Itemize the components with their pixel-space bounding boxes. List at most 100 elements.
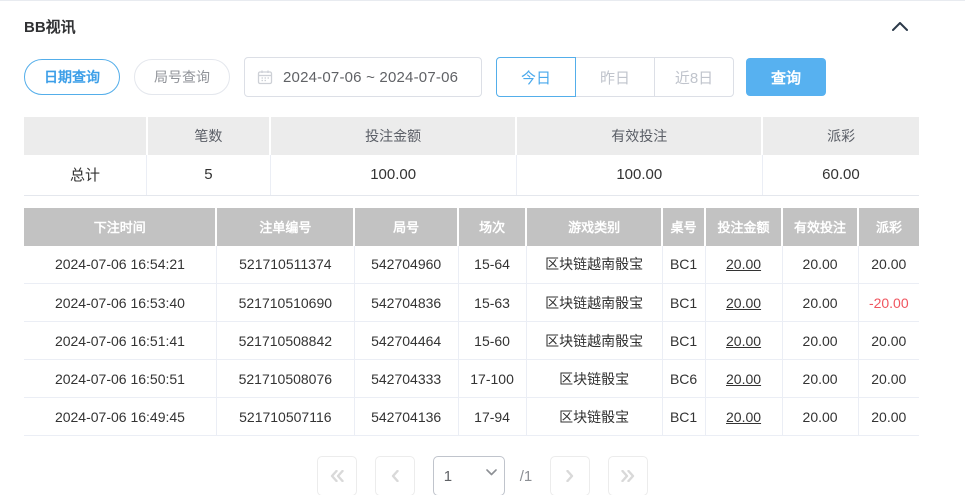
game-type-cell: 区块链越南骰宝 xyxy=(526,322,662,360)
round-no-cell: 542704960 xyxy=(354,246,458,284)
summary-table: 笔数 投注金额 有效投注 派彩 总计 5 100.00 100.00 60.00 xyxy=(24,117,919,196)
chevron-up-icon xyxy=(892,22,908,31)
date-query-tab[interactable]: 日期查询 xyxy=(24,59,120,95)
page-select-wrap: 1 xyxy=(433,456,505,495)
summary-total-row: 总计 5 100.00 100.00 60.00 xyxy=(24,155,919,195)
bet-record-row: 2024-07-06 16:50:51521710508076542704333… xyxy=(24,360,919,398)
header-bet-time: 下注时间 xyxy=(24,208,216,246)
summary-header-payout: 派彩 xyxy=(762,117,919,155)
summary-header-blank xyxy=(24,117,147,155)
order-no-cell: 521710507116 xyxy=(216,398,354,436)
summary-total-bet-amount: 100.00 xyxy=(270,155,516,195)
detail-header-row: 下注时间 注单编号 局号 场次 游戏类别 桌号 投注金额 有效投注 派彩 xyxy=(24,208,919,246)
time-cell: 2024-07-06 16:50:51 xyxy=(24,360,216,398)
query-toolbar: 日期查询 局号查询 2024-07-06 ~ 2024-07-06 今日 昨日 … xyxy=(24,57,941,97)
summary-header-valid-bet: 有效投注 xyxy=(516,117,762,155)
round-query-tab[interactable]: 局号查询 xyxy=(134,59,230,95)
summary-header-count: 笔数 xyxy=(147,117,271,155)
bet-record-row: 2024-07-06 16:51:41521710508842542704464… xyxy=(24,322,919,360)
last-page-button[interactable] xyxy=(608,456,648,495)
quick-filter-last8days[interactable]: 近8日 xyxy=(654,57,734,97)
date-range-input[interactable]: 2024-07-06 ~ 2024-07-06 xyxy=(244,57,482,97)
bet-amount-link[interactable]: 20.00 xyxy=(705,360,782,398)
time-cell: 2024-07-06 16:54:21 xyxy=(24,246,216,284)
table-no-cell: BC1 xyxy=(662,322,705,360)
header-session: 场次 xyxy=(458,208,526,246)
bet-record-row: 2024-07-06 16:49:45521710507116542704136… xyxy=(24,398,919,436)
summary-header-row: 笔数 投注金额 有效投注 派彩 xyxy=(24,117,919,155)
game-type-cell: 区块链骰宝 xyxy=(526,398,662,436)
round-no-cell: 542704136 xyxy=(354,398,458,436)
session-cell: 15-63 xyxy=(458,284,526,322)
time-cell: 2024-07-06 16:49:45 xyxy=(24,398,216,436)
header-valid-bet: 有效投注 xyxy=(782,208,858,246)
summary-header-bet-amount: 投注金额 xyxy=(270,117,516,155)
order-no-cell: 521710511374 xyxy=(216,246,354,284)
panel-title: BB视讯 xyxy=(24,16,76,37)
valid-bet-cell: 20.00 xyxy=(782,360,858,398)
payout-cell: 20.00 xyxy=(858,360,919,398)
summary-total-valid-bet: 100.00 xyxy=(516,155,762,195)
summary-total-payout: 60.00 xyxy=(762,155,919,195)
valid-bet-cell: 20.00 xyxy=(782,322,858,360)
time-cell: 2024-07-06 16:53:40 xyxy=(24,284,216,322)
bet-records-table: 下注时间 注单编号 局号 场次 游戏类别 桌号 投注金额 有效投注 派彩 202… xyxy=(24,208,919,437)
table-no-cell: BC1 xyxy=(662,284,705,322)
header-bet-amount: 投注金额 xyxy=(705,208,782,246)
order-no-cell: 521710508076 xyxy=(216,360,354,398)
quick-filter-group: 今日 昨日 近8日 xyxy=(496,57,734,97)
header-order-no: 注单编号 xyxy=(216,208,354,246)
payout-cell: 20.00 xyxy=(858,398,919,436)
game-type-cell: 区块链越南骰宝 xyxy=(526,284,662,322)
search-button[interactable]: 查询 xyxy=(746,58,826,96)
quick-filter-yesterday[interactable]: 昨日 xyxy=(575,57,655,97)
bet-amount-link[interactable]: 20.00 xyxy=(705,284,782,322)
table-no-cell: BC6 xyxy=(662,360,705,398)
bb-video-panel: BB视讯 日期查询 局号查询 2024-07-06 ~ 2024-07-06 xyxy=(0,1,965,495)
total-pages-label: /1 xyxy=(520,468,533,485)
prev-page-button[interactable] xyxy=(375,456,415,495)
header-round-no: 局号 xyxy=(354,208,458,246)
collapse-button[interactable] xyxy=(887,13,913,39)
time-cell: 2024-07-06 16:51:41 xyxy=(24,322,216,360)
order-no-cell: 521710510690 xyxy=(216,284,354,322)
panel-header: BB视讯 xyxy=(24,1,941,43)
double-chevron-right-icon xyxy=(621,470,635,482)
table-no-cell: BC1 xyxy=(662,246,705,284)
chevron-left-icon xyxy=(391,470,399,482)
quick-filter-today[interactable]: 今日 xyxy=(496,57,576,97)
double-chevron-left-icon xyxy=(330,470,344,482)
header-table-no: 桌号 xyxy=(662,208,705,246)
session-cell: 17-94 xyxy=(458,398,526,436)
bet-amount-link[interactable]: 20.00 xyxy=(705,246,782,284)
round-no-cell: 542704333 xyxy=(354,360,458,398)
game-type-cell: 区块链越南骰宝 xyxy=(526,246,662,284)
summary-total-count: 5 xyxy=(147,155,271,195)
session-cell: 15-60 xyxy=(458,322,526,360)
date-range-value: 2024-07-06 ~ 2024-07-06 xyxy=(283,69,458,86)
pagination: 1 /1 xyxy=(24,456,941,495)
valid-bet-cell: 20.00 xyxy=(782,398,858,436)
session-cell: 15-64 xyxy=(458,246,526,284)
order-no-cell: 521710508842 xyxy=(216,322,354,360)
payout-cell: 20.00 xyxy=(858,246,919,284)
valid-bet-cell: 20.00 xyxy=(782,284,858,322)
bet-amount-link[interactable]: 20.00 xyxy=(705,398,782,436)
first-page-button[interactable] xyxy=(317,456,357,495)
session-cell: 17-100 xyxy=(458,360,526,398)
chevron-right-icon xyxy=(566,470,574,482)
bet-record-row: 2024-07-06 16:53:40521710510690542704836… xyxy=(24,284,919,322)
page-select[interactable]: 1 xyxy=(433,456,505,495)
payout-cell: -20.00 xyxy=(858,284,919,322)
summary-total-label: 总计 xyxy=(24,155,147,195)
header-game-type: 游戏类别 xyxy=(526,208,662,246)
round-no-cell: 542704836 xyxy=(354,284,458,322)
game-type-cell: 区块链骰宝 xyxy=(526,360,662,398)
header-payout: 派彩 xyxy=(858,208,919,246)
round-no-cell: 542704464 xyxy=(354,322,458,360)
table-no-cell: BC1 xyxy=(662,398,705,436)
bet-record-row: 2024-07-06 16:54:21521710511374542704960… xyxy=(24,246,919,284)
valid-bet-cell: 20.00 xyxy=(782,246,858,284)
bet-amount-link[interactable]: 20.00 xyxy=(705,322,782,360)
next-page-button[interactable] xyxy=(550,456,590,495)
